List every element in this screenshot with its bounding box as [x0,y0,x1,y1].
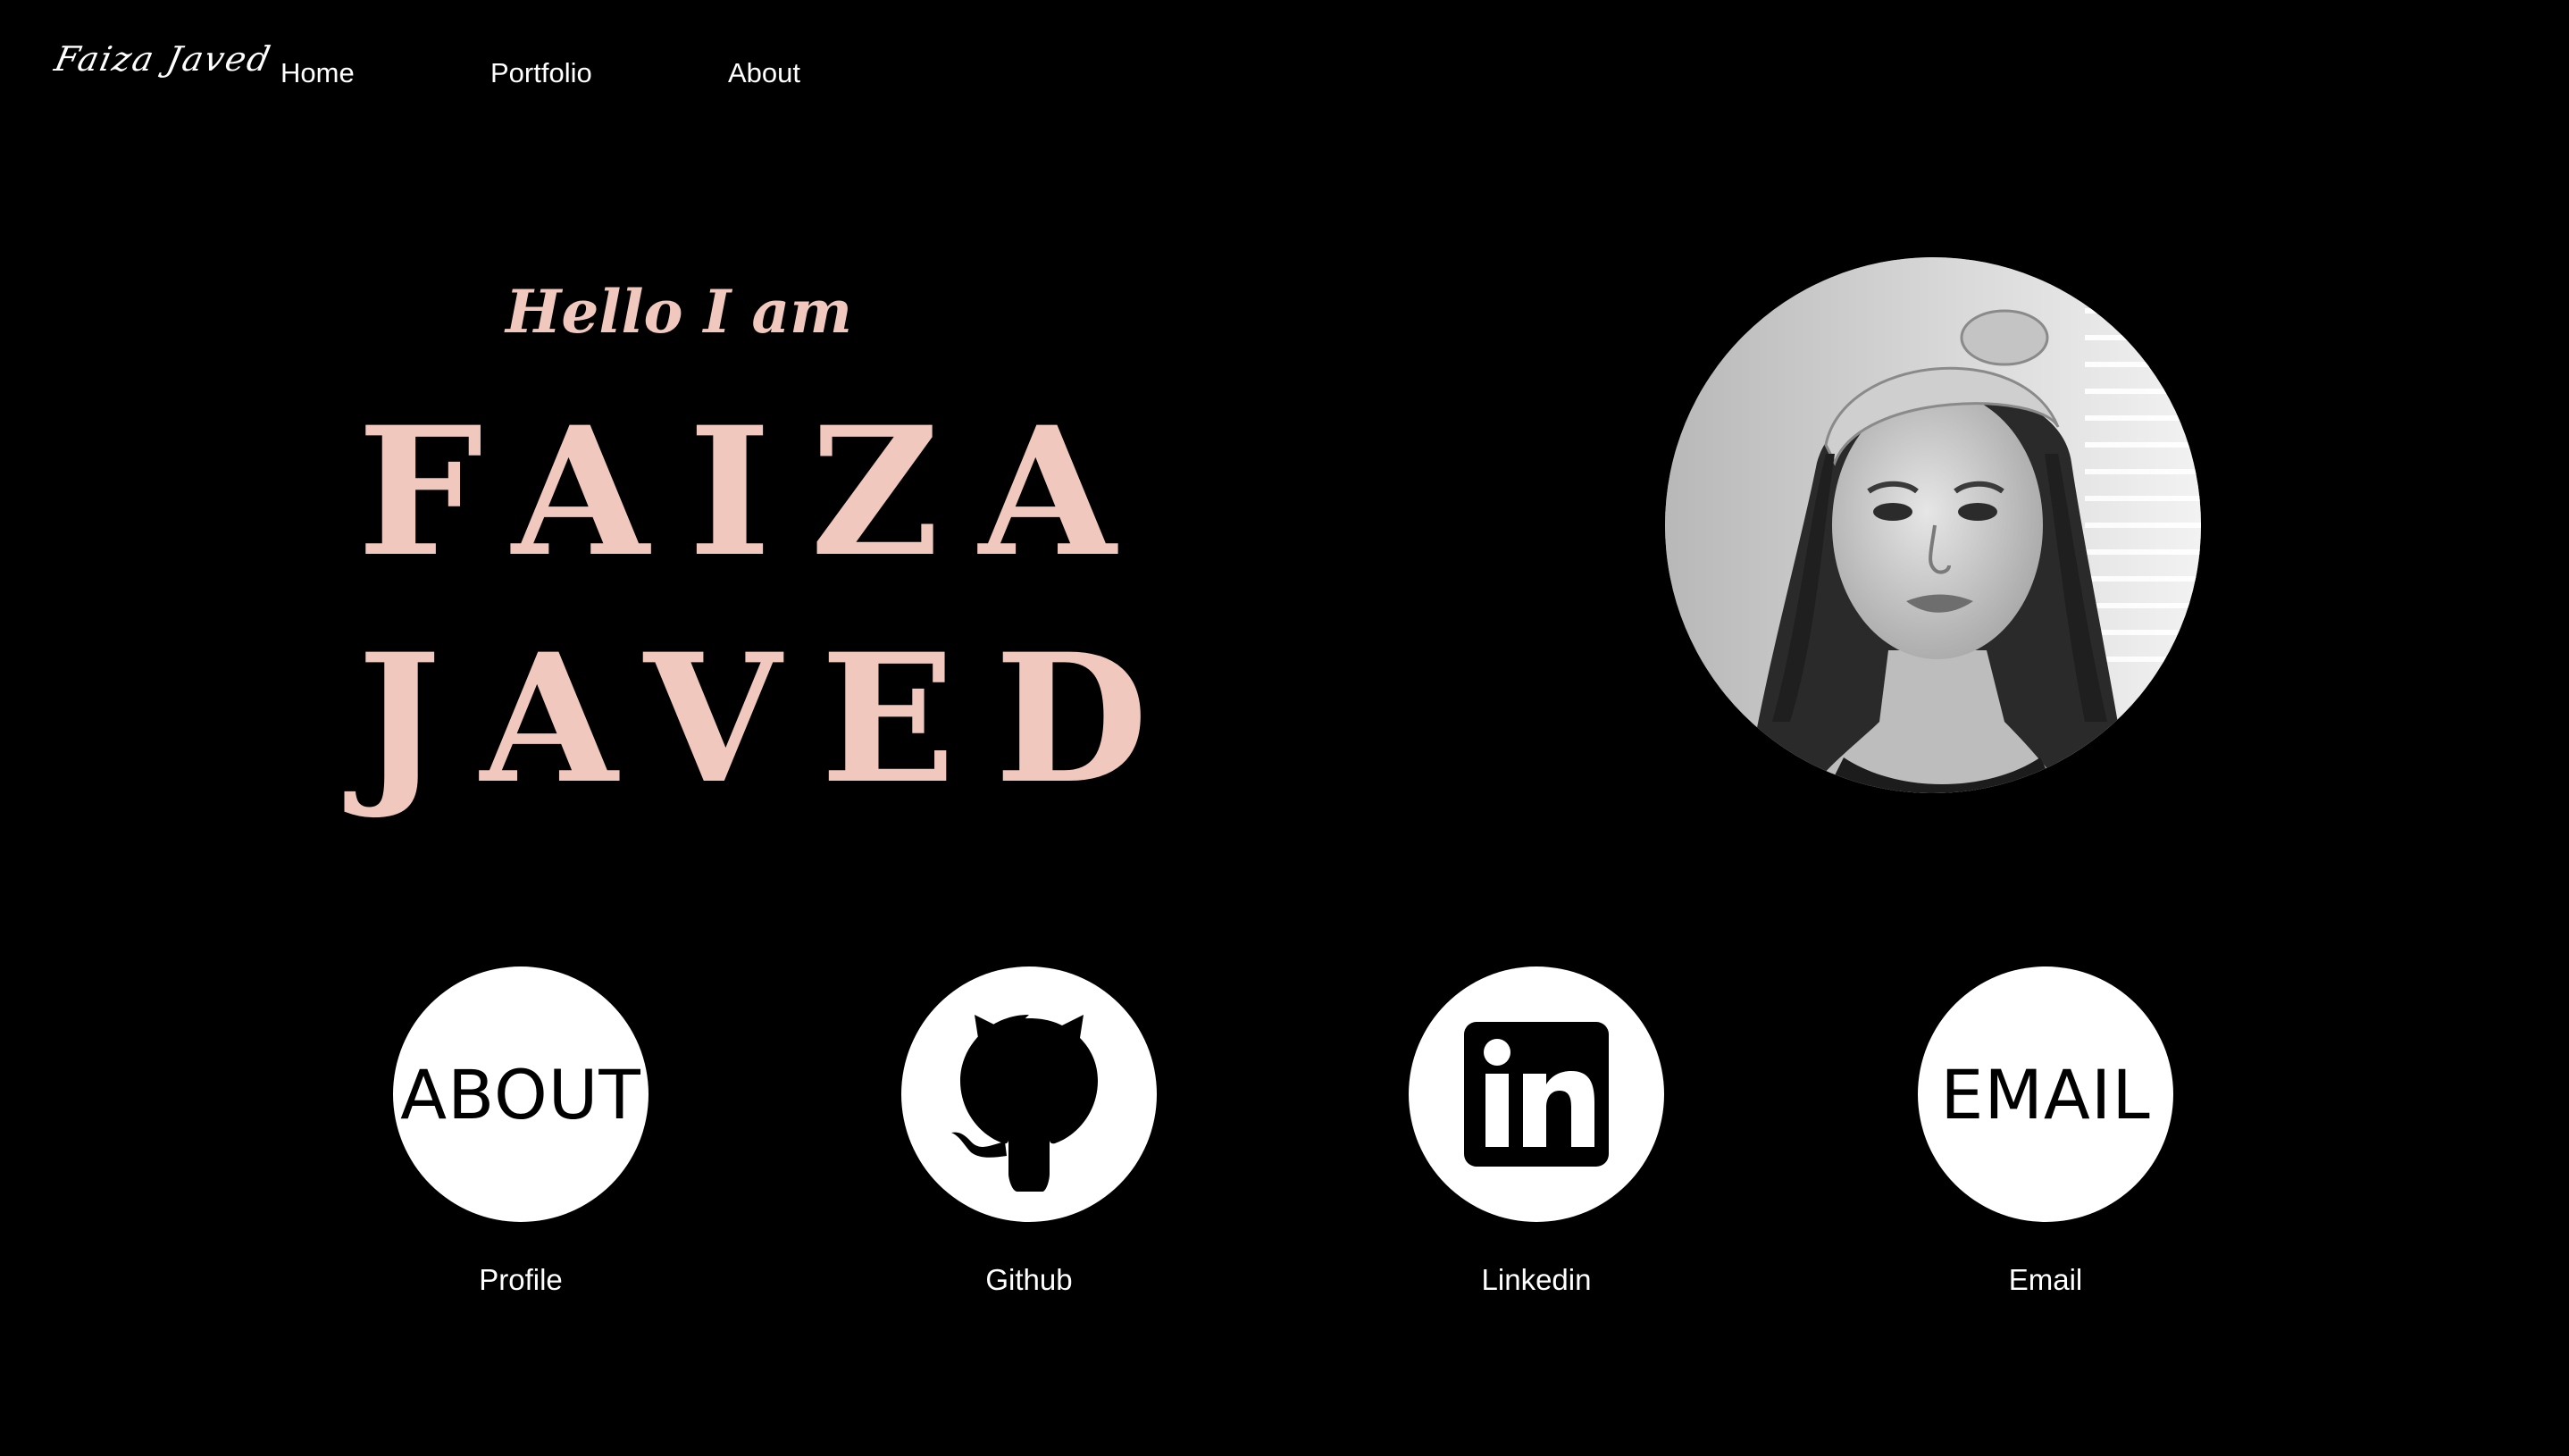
social-linkedin: Linkedin [1402,966,1670,1297]
email-label[interactable]: Email [1912,1263,2180,1297]
github-icon [951,1015,1098,1192]
linkedin-label[interactable]: Linkedin [1402,1263,1670,1297]
profile-photo [1665,257,2201,793]
nav-about-link[interactable]: About [728,57,800,89]
hero-last-name: JAVED [357,615,1188,823]
linkedin-icon [1464,1022,1609,1167]
github-button[interactable] [901,966,1157,1222]
linkedin-button[interactable] [1409,966,1664,1222]
nav-home-link[interactable]: Home [280,57,355,89]
profile-label[interactable]: Profile [387,1263,655,1297]
hero-first-name: FAIZA [357,388,1156,596]
email-icon: EMAIL [1940,1054,2151,1134]
email-button[interactable]: EMAIL [1918,966,2173,1222]
github-label[interactable]: Github [895,1263,1163,1297]
about-button[interactable]: ABOUT [393,966,649,1222]
site-logo[interactable]: Faiza Javed [51,39,275,79]
social-profile: ABOUT Profile [387,966,655,1297]
about-icon: ABOUT [400,1054,641,1134]
nav-portfolio-link[interactable]: Portfolio [490,57,592,89]
social-email: EMAIL Email [1912,966,2180,1297]
hero-greeting: Hello I am [506,277,852,347]
social-github: Github [895,966,1163,1297]
